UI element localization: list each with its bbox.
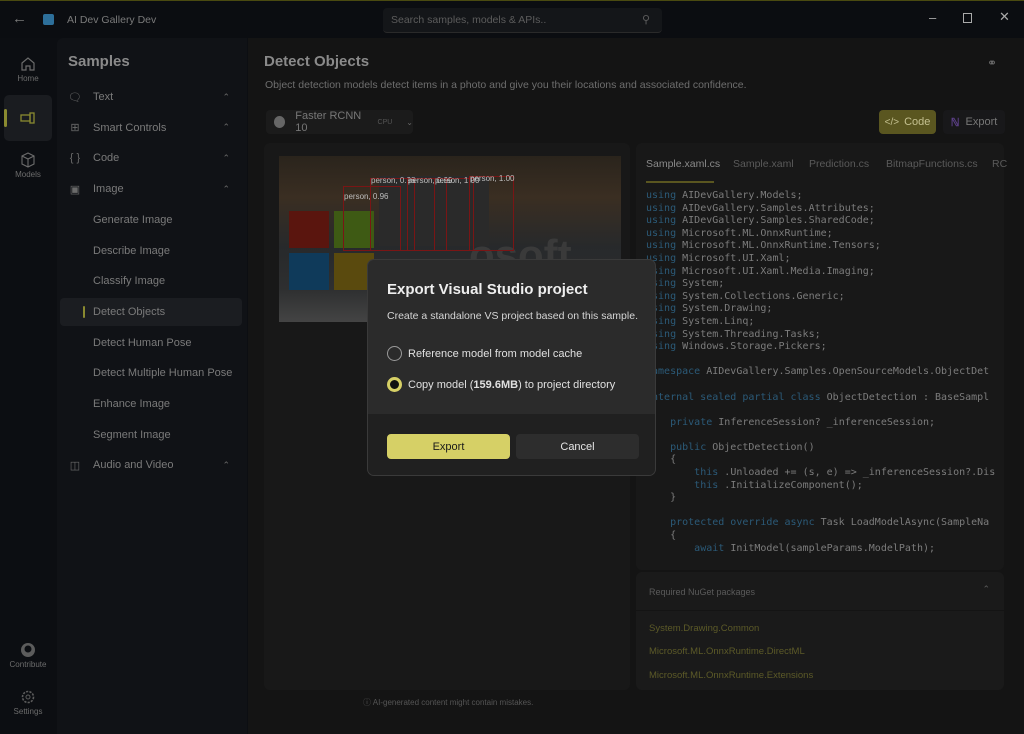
dialog-title: Export Visual Studio project: [387, 281, 588, 298]
export-dialog: Export Visual Studio project Create a st…: [367, 259, 656, 476]
export-confirm-button[interactable]: Export: [387, 434, 510, 459]
dialog-footer: Export Cancel: [368, 414, 655, 475]
radio-button-selected[interactable]: [387, 377, 402, 392]
dialog-description: Create a standalone VS project based on …: [387, 310, 638, 322]
radio-button[interactable]: [387, 346, 402, 361]
cancel-button[interactable]: Cancel: [516, 434, 639, 459]
